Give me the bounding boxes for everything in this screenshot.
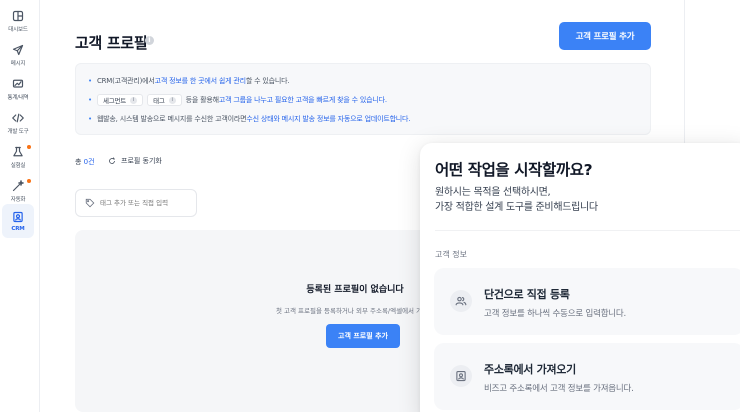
sidebar: 대시보드 메시지 통계/내역 개발 도구 실험실 자동화 CRM bbox=[0, 0, 40, 412]
new-badge bbox=[27, 179, 31, 183]
info-icon: i bbox=[168, 96, 176, 104]
info-line: • 웹발송, 시스템 발송으로 메시지를 수신한 고객이라면 수신 상태와 메시… bbox=[88, 115, 411, 123]
stats-icon bbox=[12, 79, 24, 88]
dashboard-icon bbox=[12, 10, 24, 21]
sidebar-item-crm[interactable]: CRM bbox=[2, 204, 34, 238]
info-line: • CRM(고객관리)에서 고객 정보를 한 곳에서 쉽게 관리 할 수 있습니… bbox=[88, 77, 290, 85]
sidebar-item-automation[interactable]: 자동화 bbox=[2, 174, 34, 208]
refresh-icon bbox=[109, 157, 115, 164]
info-icon[interactable]: i bbox=[145, 36, 154, 45]
wand-icon bbox=[12, 179, 24, 191]
popover-title: 어떤 작업을 시작할까요? bbox=[435, 161, 593, 179]
add-profile-button[interactable]: 고객 프로필 추가 bbox=[559, 22, 651, 50]
empty-add-profile-button[interactable]: 고객 프로필 추가 bbox=[326, 324, 400, 348]
sidebar-item-label: 실험실 bbox=[10, 162, 26, 169]
info-icon: i bbox=[130, 96, 138, 104]
option-import-addressbook[interactable]: 주소록에서 가져오기 비즈고 주소록에서 고객 정보를 가져옵니다. bbox=[434, 343, 740, 410]
sidebar-item-label: 대시보드 bbox=[8, 26, 28, 33]
sidebar-item-label: 통계/내역 bbox=[7, 94, 29, 101]
sidebar-item-label: 자동화 bbox=[10, 196, 26, 203]
contact-card-icon bbox=[450, 365, 472, 387]
users-icon bbox=[450, 290, 472, 312]
divider bbox=[435, 230, 740, 231]
sidebar-item-dashboard[interactable]: 대시보드 bbox=[2, 4, 34, 38]
sidebar-item-stats[interactable]: 통계/내역 bbox=[2, 72, 34, 106]
page-title: 고객 프로필 bbox=[75, 34, 148, 52]
tag-icon bbox=[85, 198, 95, 208]
sidebar-item-label: 개발 도구 bbox=[7, 128, 29, 135]
sidebar-item-label: 메시지 bbox=[10, 60, 26, 67]
new-badge bbox=[27, 145, 31, 149]
profile-count: 총 0건 bbox=[75, 158, 95, 166]
empty-state: 등록된 프로필이 없습니다 첫 고객 프로필을 등록하거나 외부 주소록/엑셀에… bbox=[75, 230, 435, 412]
option-description: 비즈고 주소록에서 고객 정보를 가져옵니다. bbox=[484, 384, 634, 394]
send-icon bbox=[12, 44, 24, 55]
option-description: 고객 정보를 하나씩 수동으로 입력합니다. bbox=[484, 309, 627, 319]
contact-icon bbox=[13, 211, 23, 222]
option-manual-register[interactable]: 단건으로 직접 등록 고객 정보를 하나씩 수동으로 입력합니다. bbox=[434, 268, 740, 335]
option-title: 단건으로 직접 등록 bbox=[484, 288, 570, 301]
code-icon bbox=[12, 113, 24, 122]
sidebar-item-message[interactable]: 메시지 bbox=[2, 38, 34, 72]
sidebar-item-devtools[interactable]: 개발 도구 bbox=[2, 106, 34, 140]
section-label: 고객 정보 bbox=[435, 250, 467, 259]
popover-subtitle: 원하시는 목적을 선택하시면, 가장 적합한 설계 도구를 준비해드립니다 bbox=[435, 187, 598, 213]
info-box: • CRM(고객관리)에서 고객 정보를 한 곳에서 쉽게 관리 할 수 있습니… bbox=[75, 63, 651, 135]
sidebar-item-lab[interactable]: 실험실 bbox=[2, 140, 34, 174]
flask-icon bbox=[13, 146, 23, 156]
start-task-popover: 어떤 작업을 시작할까요? 원하시는 목적을 선택하시면, 가장 적합한 설계 … bbox=[420, 143, 740, 412]
tag-input[interactable] bbox=[100, 199, 190, 207]
info-line: • 세그먼트 i 태그 i 등을 활용해 고객 그룹을 나누고 필요한 고객을 빠르… bbox=[88, 94, 387, 106]
tag-filter-field[interactable] bbox=[75, 189, 197, 217]
option-title: 주소록에서 가져오기 bbox=[484, 363, 576, 376]
sidebar-item-label: CRM bbox=[11, 225, 25, 232]
profile-sync-button[interactable]: 프로필 동기화 bbox=[108, 156, 162, 166]
tag-chip: 태그 i bbox=[147, 94, 182, 106]
segment-chip: 세그먼트 i bbox=[96, 94, 144, 106]
